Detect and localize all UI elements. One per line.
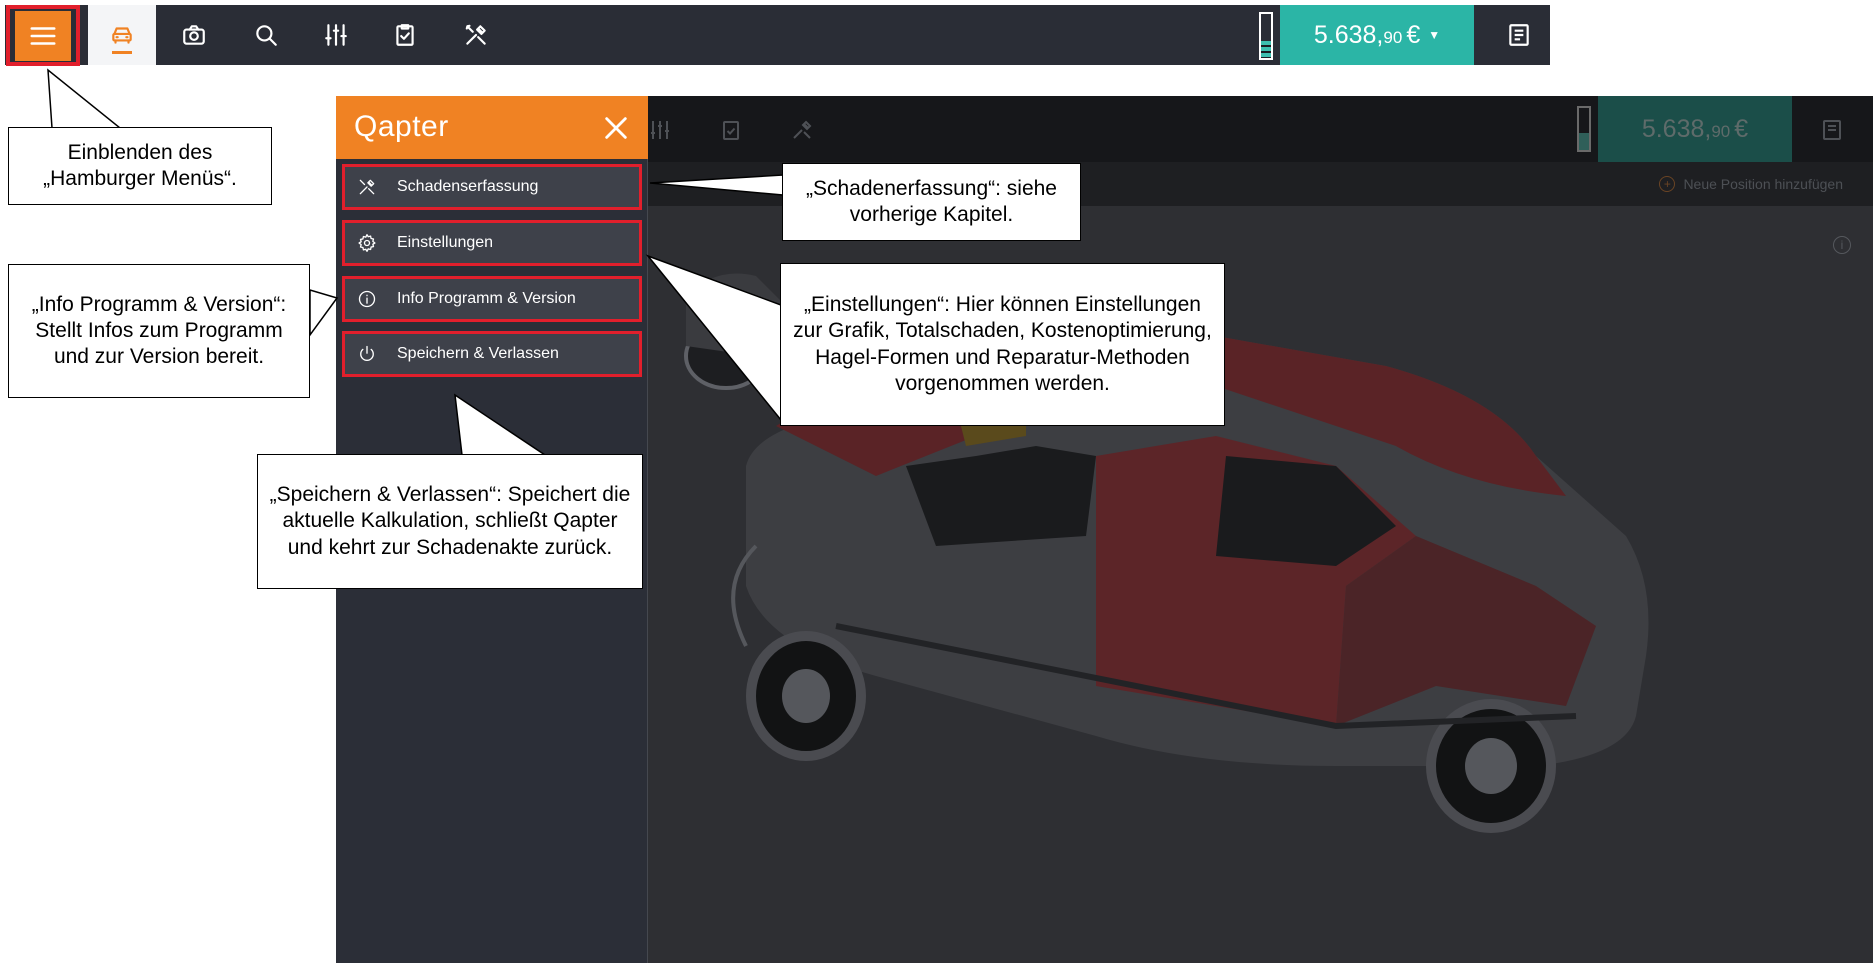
clipboard-check-icon <box>396 24 414 46</box>
tools-icon <box>465 24 486 45</box>
total-price-dropdown[interactable]: 5.638, 90 € ▼ <box>1280 5 1474 65</box>
dimmed-level-indicator <box>1577 106 1591 152</box>
price-main: 5.638, <box>1313 20 1384 49</box>
menu-item-label: Schadenserfassung <box>397 178 539 195</box>
gear-icon <box>358 234 376 252</box>
car-icon <box>112 27 132 44</box>
callout-speichern: „Speichern & Verlassen“: Speichert die a… <box>257 454 643 589</box>
chevron-down-icon: ▼ <box>1428 28 1441 42</box>
receipt-icon <box>1820 118 1844 147</box>
plus-icon: + <box>1659 176 1676 192</box>
battery-level-indicator <box>1259 12 1273 60</box>
price-currency: € <box>1406 20 1421 49</box>
sliders-icon <box>325 24 347 46</box>
active-tab-indicator <box>112 51 132 54</box>
menu-item-einstellungen[interactable]: Einstellungen <box>342 220 642 266</box>
callout-einstellungen: „Einstellungen“: Hier können Einstellung… <box>780 263 1225 426</box>
menu-item-label: Einstellungen <box>397 234 494 251</box>
close-icon <box>605 117 627 139</box>
hamburger-highlight-frame <box>6 5 80 66</box>
menu-item-speichern-verlassen[interactable]: Speichern & Verlassen <box>342 331 642 377</box>
dimmed-price: 5.638, 90 € <box>1598 96 1792 162</box>
search-icon <box>256 25 277 46</box>
info-icon <box>358 290 376 308</box>
search-button[interactable] <box>236 5 296 65</box>
side-menu-header: Qapter <box>336 96 648 159</box>
callout-info: „Info Programm & Version“: Stellt Infos … <box>8 264 310 398</box>
menu-item-label: Info Programm & Version <box>397 290 576 307</box>
menu-item-info-programm-version[interactable]: Info Programm & Version <box>342 276 642 322</box>
menu-item-label: Speichern & Verlassen <box>397 345 559 362</box>
tools-button[interactable] <box>446 5 506 65</box>
close-menu-button[interactable] <box>602 114 630 142</box>
price-cents: 90 <box>1383 27 1403 47</box>
sliders-icon <box>648 118 672 147</box>
tools-icon <box>790 118 814 147</box>
callout-hamburger: Einblenden des „Hamburger Menüs“. <box>8 127 272 205</box>
checklist-button[interactable] <box>375 5 435 65</box>
power-icon <box>360 345 374 361</box>
menu-item-schadenserfassung[interactable]: Schadenserfassung <box>342 164 642 210</box>
qapter-logo: Qapter <box>354 110 449 143</box>
level-fill <box>1261 41 1271 58</box>
clipboard-check-icon <box>719 118 743 147</box>
receipt-button[interactable] <box>1489 5 1549 65</box>
sliders-button[interactable] <box>306 5 366 65</box>
top-toolbar: 5.638, 90 € ▼ <box>5 5 1550 66</box>
add-position-link: + Neue Position hinzufügen <box>1659 176 1843 192</box>
camera-button[interactable] <box>164 5 224 65</box>
car-view-tab[interactable] <box>88 5 156 65</box>
tools-icon <box>359 179 375 195</box>
receipt-icon <box>1509 24 1529 46</box>
callout-schadenerfassung: „Schadenerfassung“: siehe vorherige Kapi… <box>782 163 1081 241</box>
camera-icon <box>183 25 205 45</box>
